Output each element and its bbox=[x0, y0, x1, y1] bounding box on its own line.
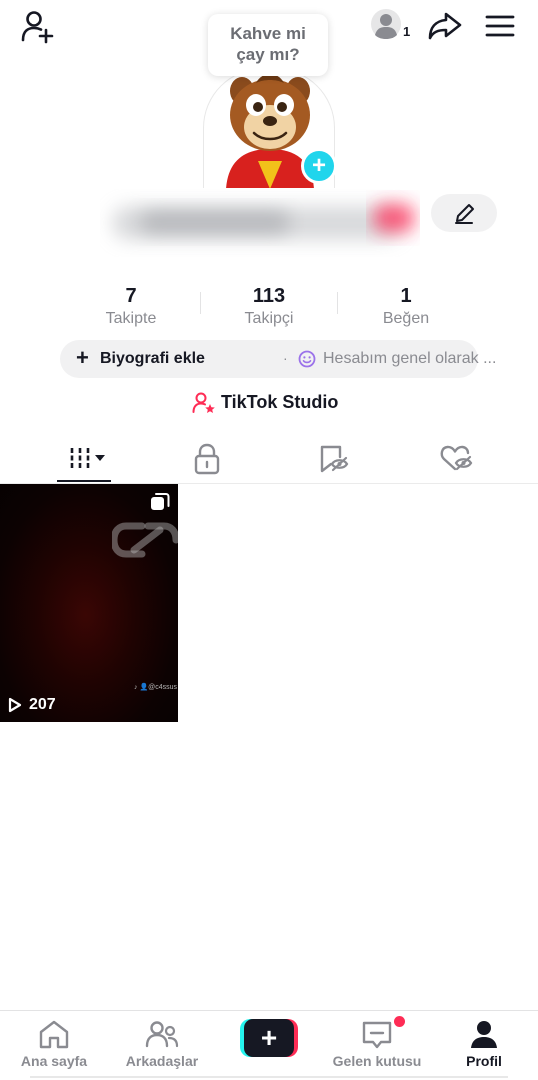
friends-icon bbox=[145, 1021, 179, 1048]
view-count-value: 207 bbox=[29, 696, 56, 713]
add-friend-icon[interactable] bbox=[20, 10, 56, 44]
capcut-logo-icon bbox=[112, 522, 178, 558]
home-indicator bbox=[30, 1076, 508, 1078]
studio-icon bbox=[192, 392, 215, 413]
nav-home-label: Ana sayfa bbox=[20, 1053, 88, 1069]
nav-friends-label: Arkadaşlar bbox=[125, 1053, 199, 1069]
pencil-icon bbox=[455, 204, 474, 224]
multi-clip-icon bbox=[151, 493, 170, 510]
stat-followers[interactable]: 113 Takipçi bbox=[204, 284, 334, 330]
stat-following[interactable]: 7 Takipte bbox=[66, 284, 196, 330]
create-button[interactable]: + bbox=[240, 1019, 298, 1057]
active-tab-indicator bbox=[57, 480, 111, 482]
nav-profile[interactable]: Profil bbox=[434, 1011, 534, 1080]
bottom-nav: Ana sayfa Arkadaşlar + Gelen kutusu Prof… bbox=[0, 1010, 538, 1080]
status-text[interactable]: Hesabım genel olarak ... bbox=[323, 350, 496, 368]
add-photo-button[interactable]: + bbox=[301, 148, 337, 184]
bubble-line-1: Kahve mi bbox=[230, 24, 306, 43]
stat-divider bbox=[337, 292, 338, 314]
content-tabs bbox=[0, 436, 538, 484]
add-bio-label[interactable]: Biyografi ekle bbox=[100, 350, 205, 368]
lock-icon bbox=[194, 443, 220, 475]
bio-separator: · bbox=[283, 350, 288, 366]
stat-following-value: 7 bbox=[125, 285, 137, 307]
video-thumbnail[interactable]: ♪ 👤@c4ssus 207 bbox=[0, 484, 178, 722]
tab-favorites[interactable] bbox=[302, 436, 362, 484]
stat-likes-value: 1 bbox=[400, 285, 412, 307]
nav-friends[interactable]: Arkadaşlar bbox=[112, 1011, 212, 1080]
profile-icon bbox=[471, 1021, 497, 1048]
plus-icon: + bbox=[76, 345, 89, 370]
bubble-line-2: çay mı? bbox=[236, 45, 300, 64]
account-count-badge: 1 bbox=[403, 24, 411, 39]
nav-inbox-label: Gelen kutusu bbox=[332, 1053, 422, 1069]
account-avatar-icon bbox=[371, 9, 401, 39]
stat-likes[interactable]: 1 Beğen bbox=[341, 284, 471, 330]
studio-label: TikTok Studio bbox=[221, 392, 339, 412]
smile-icon bbox=[298, 350, 316, 368]
status-bubble[interactable]: Kahve mi çay mı? bbox=[208, 14, 328, 76]
tab-liked[interactable] bbox=[424, 436, 484, 484]
stat-followers-label: Takipçi bbox=[244, 310, 294, 327]
profile-avatar[interactable]: + bbox=[203, 68, 337, 188]
stat-following-label: Takipte bbox=[105, 310, 157, 327]
stat-divider bbox=[200, 292, 201, 314]
nav-home[interactable]: Ana sayfa bbox=[4, 1011, 104, 1080]
play-icon bbox=[8, 697, 22, 713]
edit-profile-button[interactable] bbox=[431, 194, 497, 232]
account-switch-button[interactable]: 1 bbox=[370, 8, 414, 44]
username-blurred bbox=[100, 184, 420, 260]
heart-hidden-icon bbox=[440, 445, 473, 471]
nav-profile-label: Profil bbox=[466, 1053, 502, 1069]
tab-videos[interactable] bbox=[54, 436, 114, 484]
tab-private[interactable] bbox=[177, 436, 237, 484]
share-icon[interactable] bbox=[427, 10, 463, 42]
menu-icon[interactable] bbox=[484, 12, 516, 40]
home-icon bbox=[39, 1020, 69, 1049]
plus-icon: + bbox=[244, 1019, 294, 1057]
inbox-notification-dot bbox=[394, 1016, 405, 1027]
bio-row[interactable]: + Biyografi ekle · Hesabım genel olarak … bbox=[60, 340, 496, 378]
profile-stats: 7 Takipte 113 Takipçi 1 Beğen bbox=[0, 284, 538, 334]
bookmark-hidden-icon bbox=[320, 445, 349, 473]
inbox-icon bbox=[362, 1021, 392, 1049]
stat-likes-label: Beğen bbox=[382, 310, 430, 327]
video-watermark: ♪ 👤@c4ssus bbox=[134, 684, 178, 691]
nav-inbox[interactable]: Gelen kutusu bbox=[327, 1011, 427, 1080]
stat-followers-value: 113 bbox=[252, 285, 286, 307]
grid-icon bbox=[70, 448, 105, 468]
